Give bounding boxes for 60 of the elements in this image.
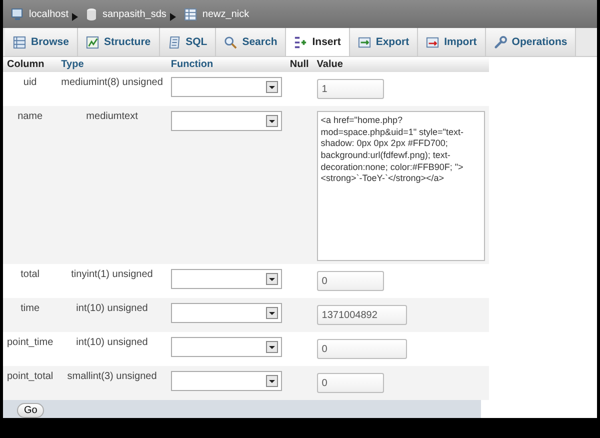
tab[interactable]: Export [350,28,418,56]
export-icon [358,36,371,48]
tab[interactable]: Search [216,28,286,56]
function-dropdown[interactable] [170,371,282,391]
database-icon [86,8,98,20]
table-cell: tinyint(1) unsigned [71,269,153,280]
tab[interactable]: Import [418,28,486,56]
document-icon [168,36,181,48]
wrench-icon [494,36,507,48]
go-button[interactable]: Go [17,402,44,418]
caret-icon [266,307,278,319]
table-cell: mediumint(8) unsigned [61,77,163,88]
value-textarea[interactable]: <a href="home.php?mod=space.php&uid=1" style="text-shadow: 0px 0px 2px #FFD700; background:url(fdfewf.png); text-decoration:none; color:#FFB90F; "><strong>`-ToeY-`</strong></a> [316,111,485,261]
column-header: Value [312,57,489,72]
column-header: Column [3,57,58,72]
table-cell: point_time [7,337,54,348]
insert-rows-icon [294,36,308,48]
chart-icon [86,36,99,48]
table-icon [13,36,26,48]
function-dropdown[interactable] [170,269,282,289]
function-dropdown[interactable] [170,303,282,323]
table-cell: int(10) unsigned [76,337,148,348]
value-field[interactable]: 1 [316,79,384,99]
caret-icon [266,341,278,353]
caret-icon [266,115,278,127]
column-header: Function [166,57,286,72]
value-field[interactable]: 0 [316,271,384,291]
table-icon [184,8,198,20]
breadcrumb-link[interactable]: localhost [29,8,68,20]
caret-icon [266,273,278,285]
separator-arrow-icon [72,13,78,21]
table-cell: time [20,303,40,314]
import-icon [426,36,440,48]
separator-arrow-icon [170,13,176,21]
function-dropdown[interactable] [170,337,282,357]
table-cell: int(10) unsigned [76,303,148,314]
tab[interactable]: Browse [5,28,78,56]
caret-icon [266,81,278,93]
table-cell: mediumtext [86,111,138,122]
search-icon [224,36,238,48]
tab[interactable]: Insert [286,28,350,56]
value-field[interactable]: 0 [316,339,407,359]
table-cell: smallint(3) unsigned [67,371,157,382]
breadcrumb-link[interactable]: newz_nick [202,8,250,20]
tab[interactable]: Operations [486,28,576,56]
caret-icon [266,375,278,387]
tab[interactable]: Structure [78,28,160,56]
table-cell: total [20,269,40,280]
function-dropdown[interactable] [170,77,282,97]
tab[interactable]: SQL [160,28,216,56]
breadcrumb-link[interactable]: sanpasith_sds [102,8,166,20]
value-field[interactable]: 1371004892 [316,305,407,325]
function-dropdown[interactable] [170,111,282,131]
server-icon [11,8,24,20]
table-cell: uid [23,77,37,88]
column-header: Null [286,57,313,72]
table-cell: point_total [7,371,54,382]
column-header: Type [57,57,167,72]
table-cell: name [18,111,43,122]
value-field[interactable]: 0 [316,373,384,393]
